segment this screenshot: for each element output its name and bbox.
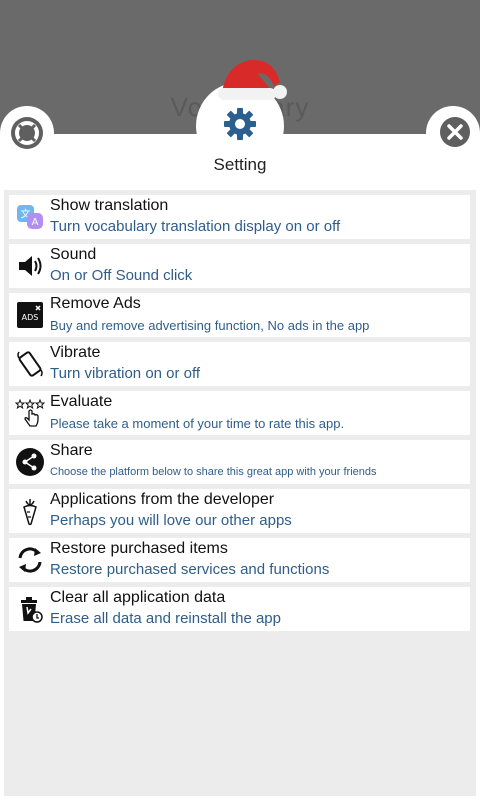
- setting-sound[interactable]: Sound On or Off Sound click: [9, 244, 470, 288]
- vibrate-icon: [17, 351, 43, 377]
- setting-remove-ads[interactable]: ADS Remove Ads Buy and remove advertisin…: [9, 293, 470, 337]
- setting-developer-apps[interactable]: Applications from the developer Perhaps …: [9, 489, 470, 533]
- item-title: Applications from the developer: [50, 491, 275, 508]
- item-title: Share: [50, 442, 93, 459]
- item-subtitle: Choose the platform below to share this …: [50, 466, 377, 478]
- item-subtitle: Perhaps you will love our other apps: [50, 512, 292, 529]
- item-subtitle: On or Off Sound click: [50, 267, 193, 284]
- setting-restore-purchases[interactable]: Restore purchased items Restore purchase…: [9, 538, 470, 582]
- svg-text:A: A: [32, 217, 39, 228]
- close-button[interactable]: [440, 117, 470, 147]
- item-subtitle: Buy and remove advertising function, No …: [50, 318, 370, 333]
- lifebuoy-button[interactable]: [11, 117, 43, 149]
- item-title: Vibrate: [50, 344, 101, 361]
- santa-hat-icon: [218, 60, 287, 100]
- item-subtitle: Please take a moment of your time to rat…: [50, 416, 345, 431]
- translate-icon: 文 A: [17, 205, 43, 229]
- trash-icon: [21, 597, 43, 623]
- item-title: Show translation: [50, 197, 169, 214]
- carrot-icon: [23, 499, 37, 526]
- item-subtitle: Turn vibration on or off: [50, 365, 201, 382]
- gear-icon: [224, 108, 256, 140]
- item-title: Sound: [50, 246, 97, 263]
- restore-icon: [18, 547, 42, 573]
- item-subtitle: Erase all data and reinstall the app: [50, 610, 281, 627]
- page-title: Setting: [213, 155, 267, 174]
- item-subtitle: Restore purchased services and functions: [50, 561, 330, 578]
- setting-clear-data[interactable]: Clear all application data Erase all dat…: [9, 587, 470, 631]
- setting-share[interactable]: Share Choose the platform below to share…: [9, 440, 470, 484]
- close-icon: [447, 124, 463, 140]
- lifebuoy-icon: [15, 121, 39, 145]
- setting-vibrate[interactable]: Vibrate Turn vibration on or off: [9, 342, 470, 386]
- rate-stars-icon: [15, 398, 45, 427]
- item-title: Evaluate: [50, 393, 113, 410]
- item-title: Clear all application data: [50, 589, 226, 606]
- item-title: Restore purchased items: [50, 540, 228, 557]
- share-icon: [16, 448, 44, 476]
- setting-evaluate[interactable]: Evaluate Please take a moment of your ti…: [9, 391, 470, 435]
- item-title: Remove Ads: [50, 295, 141, 312]
- ads-icon: ADS: [17, 302, 43, 328]
- settings-list: 文 A Show translation Turn vocabulary tra…: [4, 190, 476, 796]
- svg-text:ADS: ADS: [22, 313, 39, 322]
- item-subtitle: Turn vocabulary translation display on o…: [50, 218, 341, 235]
- setting-show-translation[interactable]: 文 A Show translation Turn vocabulary tra…: [9, 195, 470, 239]
- speaker-icon: [19, 256, 42, 276]
